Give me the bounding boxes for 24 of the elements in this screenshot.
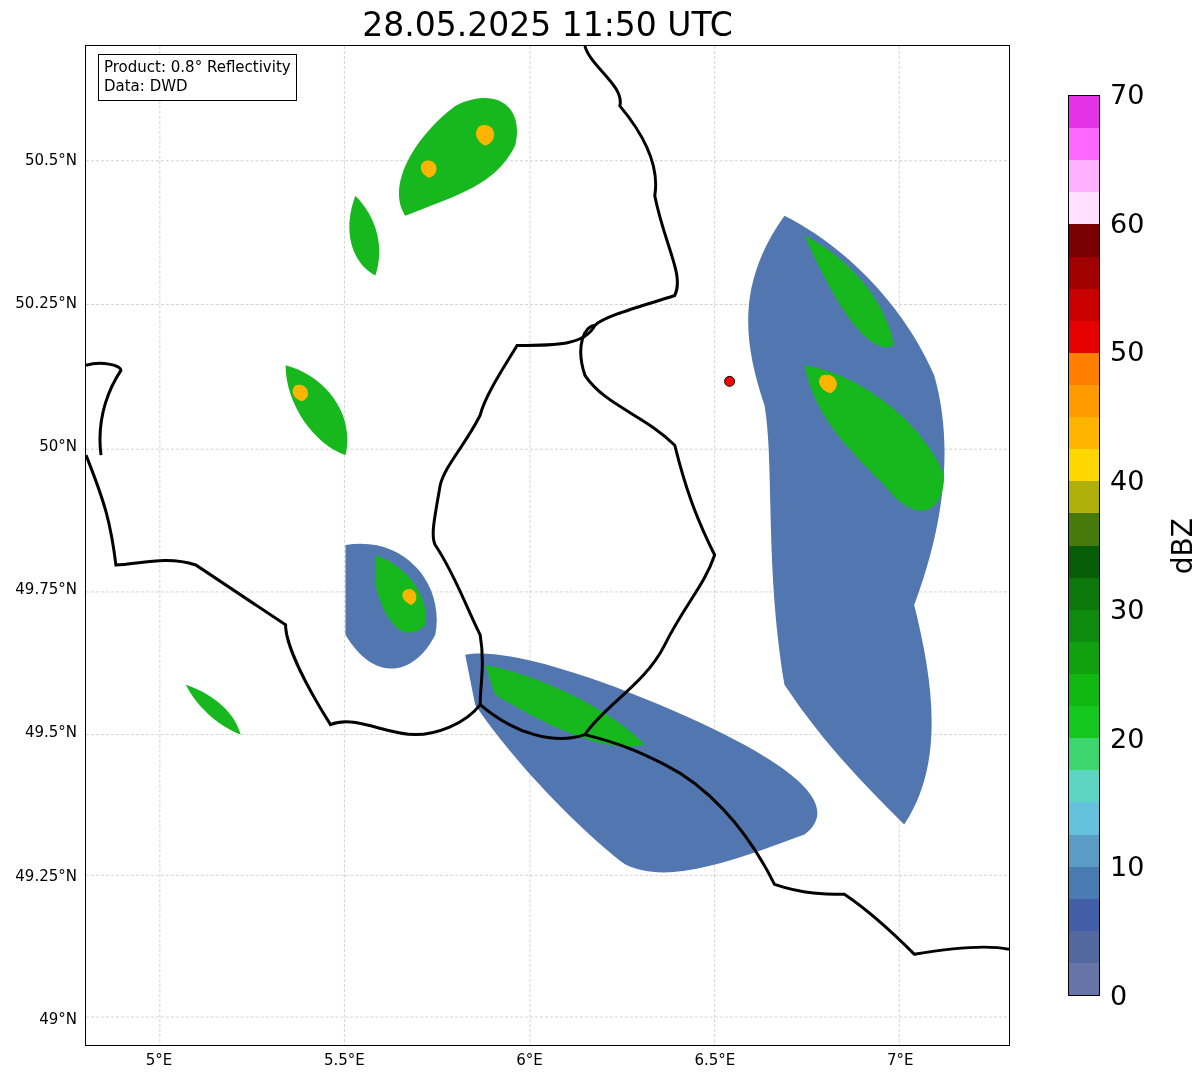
axis-tick-label: 5.5°E — [322, 1051, 366, 1069]
axis-tick-label: 5°E — [144, 1051, 174, 1069]
axis-tick-label: 49.5°N — [24, 723, 77, 742]
axis-tick-label: 49.75°N — [15, 580, 77, 599]
colorbar-tick-label: 40 — [1110, 465, 1145, 498]
colorbar-tick-label: 50 — [1110, 336, 1145, 369]
legend-text: Data: DWD — [104, 77, 189, 96]
legend-text: Product: 0.8° Reflectivity — [104, 58, 291, 77]
axis-tick-label: 7°E — [885, 1051, 915, 1069]
axis-tick-label: 50°N — [39, 437, 77, 456]
colorbar-tick-label: 10 — [1110, 851, 1145, 884]
colorbar-tick-label: 60 — [1110, 207, 1145, 240]
axis-tick-label: 49.25°N — [15, 866, 77, 885]
colorbar-tick-label: 70 — [1110, 79, 1145, 111]
colorbar-tick-label: 30 — [1110, 593, 1145, 626]
axis-tick-label: 49°N — [39, 1009, 77, 1028]
colorbar-tick-label: 20 — [1110, 722, 1145, 755]
axis-tick-label: 6°E — [515, 1051, 544, 1069]
axis-tick-label: 6.5°E — [693, 1051, 737, 1069]
colorbar-tick-label: 0 — [1110, 980, 1128, 1012]
axis-tick-label: 50.25°N — [15, 294, 77, 313]
axis-tick-label: 50.5°N — [24, 151, 77, 169]
chart-title: 28.05.2025 11:50 UTC — [361, 4, 734, 46]
colorbar-label: dBZ — [1168, 518, 1198, 575]
